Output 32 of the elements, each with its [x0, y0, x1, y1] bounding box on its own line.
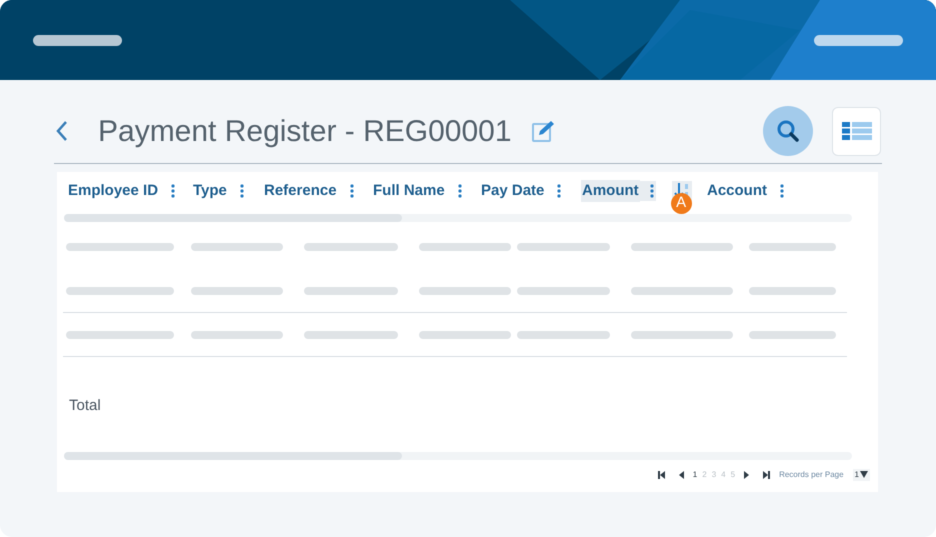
caret-icon [860, 471, 868, 478]
scrollbar[interactable] [64, 452, 852, 460]
next-page-icon[interactable] [744, 470, 750, 478]
column-header[interactable]: Employee ID [67, 180, 160, 202]
column-menu-icon[interactable] [171, 184, 176, 198]
column-menu-icon[interactable] [557, 184, 562, 198]
previous-page-icon[interactable] [678, 470, 684, 478]
list-icon [842, 122, 872, 140]
sort-badge: A [670, 193, 692, 214]
column-header[interactable]: Reference [263, 180, 338, 202]
page-link[interactable]: 1 [692, 468, 698, 480]
column-menu-icon[interactable] [240, 184, 244, 198]
column-menu-icon[interactable] [458, 184, 462, 198]
column-header[interactable]: Amount [581, 180, 640, 202]
records-per-page-select[interactable]: 1 [852, 468, 870, 480]
column-menu-icon[interactable] [350, 184, 354, 198]
column-header[interactable]: Account [706, 180, 768, 202]
search-icon [776, 119, 800, 143]
scrollbar[interactable] [64, 214, 852, 222]
column-menu-icon[interactable] [650, 184, 654, 198]
list-view-button[interactable] [832, 106, 881, 156]
search-button[interactable] [763, 106, 813, 156]
total-label: Total [69, 396, 102, 416]
column-menu-icon[interactable] [780, 184, 784, 198]
records-per-page-label: Records per Page [779, 468, 844, 480]
back-icon[interactable] [55, 120, 69, 142]
column-header[interactable]: Pay Date [480, 180, 546, 202]
column-header[interactable]: Type [192, 180, 228, 202]
last-page-icon[interactable] [763, 470, 770, 478]
page-title: Payment Register - REG00001 [98, 114, 512, 150]
first-page-icon[interactable] [658, 470, 665, 478]
column-header[interactable]: Full Name [372, 180, 446, 202]
